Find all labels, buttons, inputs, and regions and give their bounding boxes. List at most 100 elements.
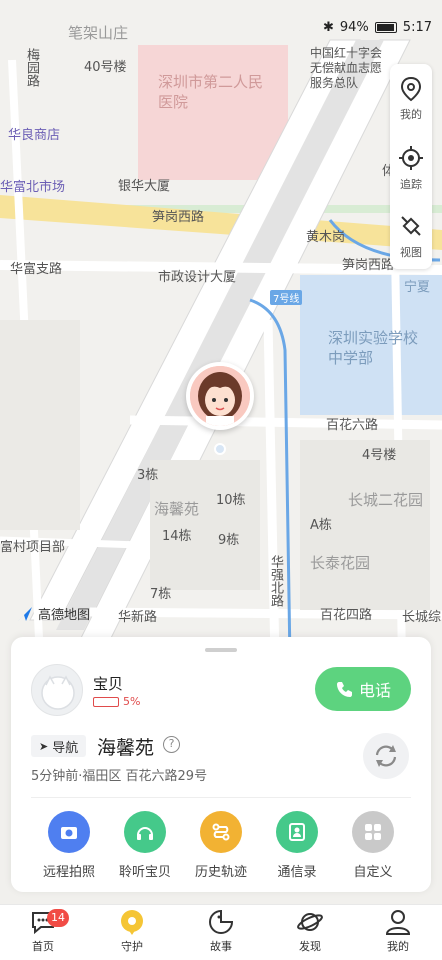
planet-icon	[297, 913, 323, 931]
location-pin-icon	[400, 76, 422, 102]
call-button-label: 电话	[358, 681, 391, 700]
track-control-label: 追踪	[400, 178, 422, 191]
map-label-hospital: 深圳市第二人民医院	[158, 73, 264, 111]
grid-icon	[352, 811, 394, 853]
view-control[interactable]: 视图	[390, 202, 432, 266]
map-label-building: 4号楼	[362, 448, 397, 463]
tab-label: 发现	[299, 940, 321, 953]
map-label-building: 9栋	[218, 533, 240, 548]
tab-me[interactable]: 我的	[368, 909, 428, 954]
map-label-area: 黄木岗	[306, 230, 346, 245]
map-label-school: 深圳实验学校中学部	[328, 329, 419, 367]
location-address: 5分钟前·福田区 百花六路29号	[31, 769, 208, 784]
child-battery-percent: 5%	[123, 695, 141, 708]
refresh-icon	[375, 745, 397, 767]
map-label-area: 海馨苑	[154, 500, 200, 518]
map-label-road: 笋岗西路	[152, 210, 205, 225]
crosshair-icon	[399, 146, 423, 170]
camera-icon	[48, 811, 90, 853]
contacts-icon	[276, 811, 318, 853]
status-icons: ✱ 94% 5:17	[323, 20, 432, 35]
mine-control-label: 我的	[400, 108, 422, 121]
child-location-pin[interactable]	[186, 362, 254, 430]
default-avatar-icon	[41, 675, 75, 710]
map-label-road: 梅园路	[24, 48, 39, 87]
map-label-road: 笋岗西路	[342, 258, 395, 273]
navigation-arrow-icon: ➤	[39, 739, 49, 753]
tab-guard[interactable]: 守护	[102, 909, 162, 954]
child-info-sheet: 宝贝 5% 电话 ➤ 导航 海馨苑 ? 5分钟前·福田区 百花六路29号 远程拍…	[11, 637, 431, 892]
map-view[interactable]: 笔架山庄 梅园路 40号楼 深圳市第二人民医院 中国红十字会无偿献血志愿服务总队…	[0, 0, 442, 660]
map-label-market: 华富北市场	[0, 180, 66, 195]
location-dot	[214, 443, 226, 455]
map-label-building: 14栋	[162, 529, 192, 544]
satellite-icon	[401, 216, 421, 236]
map-label-road: 华强北路	[268, 555, 283, 607]
battery-percent: 94%	[339, 20, 369, 35]
map-label-road: 华富支路	[10, 262, 63, 277]
map-logo: 高德地图	[16, 604, 90, 623]
tab-label: 守护	[121, 940, 143, 953]
map-label-poi: 中国红十字会无偿献血志愿服务总队	[310, 46, 383, 90]
refresh-location-button[interactable]	[363, 733, 409, 779]
app-screen: 笔架山庄 梅园路 40号楼 深圳市第二人民医院 中国红十字会无偿献血志愿服务总队…	[0, 0, 442, 960]
view-control-label: 视图	[400, 246, 422, 259]
location-name: 海馨苑	[97, 737, 155, 759]
map-label-shop: 华良商店	[8, 128, 61, 143]
navigate-button[interactable]: ➤ 导航	[31, 735, 87, 757]
contacts-button[interactable]: 通信录	[259, 809, 335, 880]
tab-discover[interactable]: 发现	[280, 909, 340, 954]
action-label: 通信录	[277, 865, 317, 880]
route-icon	[200, 811, 242, 853]
track-control[interactable]: 追踪	[390, 134, 432, 198]
gaode-logo-icon	[18, 606, 32, 621]
battery-icon	[374, 22, 397, 33]
pacman-icon	[209, 909, 234, 934]
custom-button[interactable]: 自定义	[335, 809, 411, 880]
map-label-road: 百花四路	[320, 608, 373, 623]
question-icon[interactable]: ?	[163, 736, 180, 753]
tab-label: 首页	[32, 940, 54, 953]
sheet-divider	[31, 797, 411, 798]
person-icon	[385, 910, 411, 935]
action-row: 远程拍照 聆听宝贝 历史轨迹 通信录 自定义	[11, 809, 431, 880]
map-label-place: 宁夏	[404, 280, 431, 295]
listen-button[interactable]: 聆听宝贝	[107, 809, 183, 880]
history-track-button[interactable]: 历史轨迹	[183, 809, 259, 880]
map-label-road: 华新路	[118, 610, 158, 625]
tab-home[interactable]: 14 首页	[13, 909, 73, 954]
sheet-handle[interactable]	[205, 648, 237, 652]
tab-label: 故事	[210, 940, 232, 953]
mine-control[interactable]: 我的	[390, 64, 432, 128]
remote-photo-button[interactable]: 远程拍照	[31, 809, 107, 880]
map-label-building: 40号楼	[84, 60, 127, 75]
status-bar: ✱ 94% 5:17	[0, 0, 442, 42]
map-label-area: 富村项目部	[0, 540, 66, 555]
map-label-building: 3栋	[137, 468, 159, 483]
map-label-building: 市政设计大厦	[158, 270, 237, 285]
map-label-building: 7栋	[150, 587, 172, 602]
action-label: 远程拍照	[42, 865, 95, 880]
call-button[interactable]: 电话	[315, 667, 411, 711]
action-label: 自定义	[353, 865, 393, 880]
map-label-bank: 银华大厦	[118, 179, 171, 194]
location-marker-icon	[121, 910, 143, 935]
map-label-area: 长泰花园	[310, 554, 371, 572]
map-label-building: 10栋	[216, 493, 246, 508]
phone-icon	[336, 682, 352, 697]
action-label: 历史轨迹	[194, 865, 247, 880]
map-label-building: A栋	[310, 518, 332, 533]
unread-badge: 14	[47, 909, 69, 927]
map-label-road: 百花六路	[326, 418, 379, 433]
child-battery: 5%	[93, 695, 140, 708]
clock: 5:17	[402, 20, 432, 35]
child-avatar[interactable]	[31, 664, 83, 716]
map-controls: 我的 追踪 视图	[390, 64, 432, 269]
map-logo-text: 高德地图	[38, 608, 91, 623]
action-label: 聆听宝贝	[118, 865, 171, 880]
metro-line-badge: 7号线	[270, 290, 303, 305]
girl-avatar-icon	[190, 366, 250, 426]
low-battery-icon	[93, 696, 119, 707]
child-avatar-image	[190, 366, 250, 426]
tab-stories[interactable]: 故事	[191, 909, 251, 954]
